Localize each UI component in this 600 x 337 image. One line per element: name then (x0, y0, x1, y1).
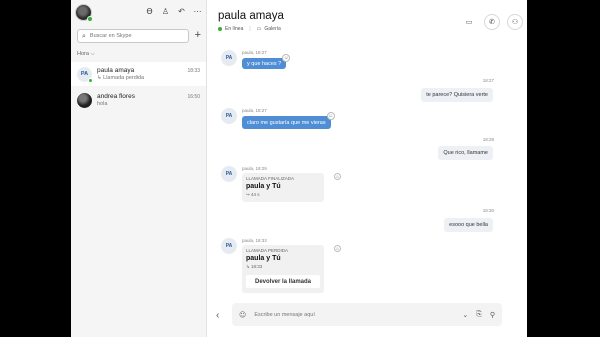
react-icon[interactable]: ☺ (326, 112, 335, 120)
more-icon[interactable]: ⋯ (193, 7, 202, 17)
call-participants: paula y Tú (246, 183, 281, 190)
gallery-icon: ▭ (256, 26, 262, 32)
avatar[interactable] (75, 4, 93, 22)
emoji-icon[interactable]: ☺ (239, 311, 246, 319)
audio-call-button[interactable]: ✆ (484, 14, 500, 30)
chat-preview: ↳ Llamada perdida (97, 75, 145, 81)
message-text: esooo que bella (449, 222, 488, 228)
avatar[interactable]: PA (221, 50, 237, 66)
message-text: claro me gustaría que me vieras (247, 119, 326, 126)
avatar (77, 92, 92, 108)
call-participants: paula y Tú (246, 255, 281, 262)
message-meta: paula, 18:27 (242, 108, 267, 113)
add-people-button[interactable]: ⚇ (507, 14, 523, 30)
message-text: y que haces ? (247, 60, 282, 67)
status-text: En línea (225, 26, 244, 32)
message-meta: paula, 18:29 (242, 166, 267, 171)
presence-status: En línea | ▭ Galería (218, 26, 281, 32)
call-toolbar: ▭ ✆ ⚇ (461, 14, 523, 30)
conversation-pane: paula amaya En línea | ▭ Galería ▭ ✆ ⚇ P… (207, 0, 527, 337)
divider: | (249, 26, 251, 32)
page-title[interactable]: paula amaya (218, 10, 284, 22)
search-box[interactable]: ⌕ (77, 29, 189, 43)
avatar[interactable]: PA (221, 108, 237, 124)
chat-preview: hola (97, 101, 108, 107)
online-status-dot (87, 16, 93, 22)
react-icon[interactable]: ☺ (334, 173, 341, 180)
missed-call-card: LLAMADA PERDIDA paula y Tú ↳ 18:33 Devol… (242, 245, 324, 293)
message-time: 18:28 (482, 137, 494, 142)
message-bubble[interactable]: esooo que bella (444, 218, 493, 232)
message-meta: paula, 18:27 (242, 50, 267, 55)
message-input[interactable] (254, 311, 455, 318)
search-input[interactable] (89, 33, 180, 39)
message-bubble[interactable]: claro me gustaría que me vieras ☺ (242, 112, 335, 129)
call-duration: ↪ 44 s (246, 192, 260, 197)
online-status-dot (218, 27, 222, 31)
message-bubble[interactable]: te parece? Quisiera verte (421, 88, 493, 102)
search-icon: ⌕ (82, 31, 86, 40)
message-time: 18:27 (482, 78, 494, 83)
expand-icon[interactable]: ⌄ (462, 311, 468, 319)
avatar: PA (77, 66, 93, 83)
chat-time: 16:50 (187, 94, 200, 100)
message-text: te parece? Quisiera verte (426, 92, 488, 98)
video-call-button[interactable]: ▭ (461, 14, 477, 30)
back-icon[interactable]: ‹ (216, 310, 219, 321)
sidebar: ϴ ♙ ↶ ⋯ ⌕ + Hora ⌵ PA paula amaya ↳ Llam… (71, 0, 207, 337)
message-time: 18:30 (482, 208, 494, 213)
call-status-label: LLAMADA FINALIZADA (246, 176, 295, 181)
avatar[interactable]: PA (221, 166, 237, 182)
message-composer: ☺ ⌄ ⎘ ⚲ (232, 303, 502, 326)
avatar[interactable]: PA (221, 238, 237, 254)
react-icon[interactable]: ☺ (282, 54, 291, 62)
notifications-icon[interactable]: ϴ (145, 7, 154, 17)
message-text: Que rico, llamame (443, 150, 488, 156)
call-status-label: LLAMADA PERDIDA (246, 248, 289, 253)
call-back-button[interactable]: Devolver la llamada (246, 275, 320, 288)
list-item[interactable]: andrea flores hola 16:50 (71, 88, 206, 112)
skype-window: ϴ ♙ ↶ ⋯ ⌕ + Hora ⌵ PA paula amaya ↳ Llam… (71, 0, 527, 337)
call-time: ↳ 18:33 (246, 264, 263, 269)
call-card[interactable]: LLAMADA FINALIZADA paula y Tú ↪ 44 s (242, 173, 324, 202)
list-item[interactable]: PA paula amaya ↳ Llamada perdida 18:33 (71, 62, 206, 86)
sort-label[interactable]: Hora ⌵ (77, 51, 95, 58)
chat-time: 18:33 (187, 68, 200, 74)
gallery-link[interactable]: Galería (264, 26, 280, 32)
contacts-icon[interactable]: ♙ (161, 7, 170, 17)
react-icon[interactable]: ☺ (334, 245, 341, 252)
message-bubble[interactable]: Que rico, llamame (438, 146, 493, 160)
calls-icon[interactable]: ↶ (177, 7, 186, 17)
location-icon[interactable]: ⚲ (490, 311, 495, 319)
new-chat-button[interactable]: + (195, 29, 201, 41)
message-meta: paula, 18:33 (242, 238, 267, 243)
online-status-dot (88, 77, 93, 83)
message-bubble[interactable]: y que haces ? ☺ (242, 54, 291, 69)
avatar-initials: PA (80, 71, 89, 77)
sidebar-toolbar: ϴ ♙ ↶ ⋯ (145, 7, 202, 17)
attach-file-icon[interactable]: ⎘ (476, 310, 482, 319)
